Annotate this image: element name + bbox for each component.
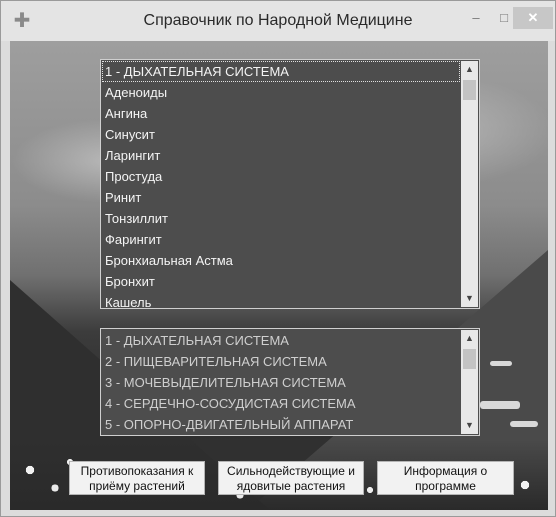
list-item[interactable]: 5 - ОПОРНО-ДВИГАТЕЛЬНЫЙ АППАРАТ xyxy=(102,414,460,434)
list-item[interactable]: Синусит xyxy=(102,124,460,145)
button-label-line1: Сильнодействующие и xyxy=(227,464,355,478)
scroll-thumb[interactable] xyxy=(463,349,476,369)
about-button[interactable]: Информация о программе xyxy=(377,461,514,495)
list-item[interactable]: Кашель xyxy=(102,292,460,307)
scroll-up-arrow-icon[interactable]: ▲ xyxy=(461,330,478,347)
systems-listbox[interactable]: 1 - ДЫХАТЕЛЬНАЯ СИСТЕМА 2 - ПИЩЕВАРИТЕЛЬН… xyxy=(100,328,480,436)
contraindications-button[interactable]: Противопоказания к приёму растений xyxy=(69,461,205,495)
button-label-line1: Противопоказания к xyxy=(80,464,194,478)
minimize-button[interactable]: – xyxy=(461,7,491,29)
list-item[interactable]: Бронхиальная Астма xyxy=(102,250,460,271)
list-item[interactable]: Аденоиды xyxy=(102,82,460,103)
button-label-line2: ядовитые растения xyxy=(236,479,346,493)
list-item[interactable]: 2 - ПИЩЕВАРИТЕЛЬНАЯ СИСТЕМА xyxy=(102,351,460,372)
diseases-scrollbar[interactable]: ▲ ▼ xyxy=(461,61,478,307)
list-item[interactable]: Простуда xyxy=(102,166,460,187)
list-item[interactable]: Фарингит xyxy=(102,229,460,250)
list-item[interactable]: Ангина xyxy=(102,103,460,124)
systems-scrollbar[interactable]: ▲ ▼ xyxy=(461,330,478,434)
button-label-line2: приёму растений xyxy=(89,479,185,493)
list-item[interactable]: Ринит xyxy=(102,187,460,208)
diseases-listbox[interactable]: 1 - ДЫХАТЕЛЬНАЯ СИСТЕМА Аденоиды Ангина Син… xyxy=(100,59,480,309)
list-item[interactable]: Бронхит xyxy=(102,271,460,292)
client-area: 1 - ДЫХАТЕЛЬНАЯ СИСТЕМА Аденоиды Ангина Син… xyxy=(10,41,548,510)
scroll-down-arrow-icon[interactable]: ▼ xyxy=(461,290,478,307)
list-item[interactable]: Тонзиллит xyxy=(102,208,460,229)
scroll-up-arrow-icon[interactable]: ▲ xyxy=(461,61,478,78)
button-label-line1: Информация о xyxy=(403,464,488,478)
close-button[interactable]: ✕ xyxy=(513,7,553,29)
list-item[interactable]: 1 - ДЫХАТЕЛЬНАЯ СИСТЕМА xyxy=(102,61,460,82)
main-window: ✚ Справочник по Народной Медицине – □ ✕ … xyxy=(0,0,556,517)
list-item[interactable]: 4 - СЕРДЕЧНО-СОСУДИСТАЯ СИСТЕМА xyxy=(102,393,460,414)
scroll-thumb[interactable] xyxy=(463,80,476,100)
potent-plants-button[interactable]: Сильнодействующие и ядовитые растения xyxy=(218,461,364,495)
diseases-list-items[interactable]: 1 - ДЫХАТЕЛЬНАЯ СИСТЕМА Аденоиды Ангина Син… xyxy=(102,61,460,307)
list-item[interactable]: 1 - ДЫХАТЕЛЬНАЯ СИСТЕМА xyxy=(102,330,460,351)
title-bar[interactable]: ✚ Справочник по Народной Медицине – □ ✕ xyxy=(1,1,555,41)
list-item[interactable]: Ларингит xyxy=(102,145,460,166)
button-label-line2: программе xyxy=(415,479,476,493)
scroll-down-arrow-icon[interactable]: ▼ xyxy=(461,417,478,434)
systems-list-items[interactable]: 1 - ДЫХАТЕЛЬНАЯ СИСТЕМА 2 - ПИЩЕВАРИТЕЛЬН… xyxy=(102,330,460,434)
list-item[interactable]: 3 - МОЧЕВЫДЕЛИТЕЛЬНАЯ СИСТЕМА xyxy=(102,372,460,393)
